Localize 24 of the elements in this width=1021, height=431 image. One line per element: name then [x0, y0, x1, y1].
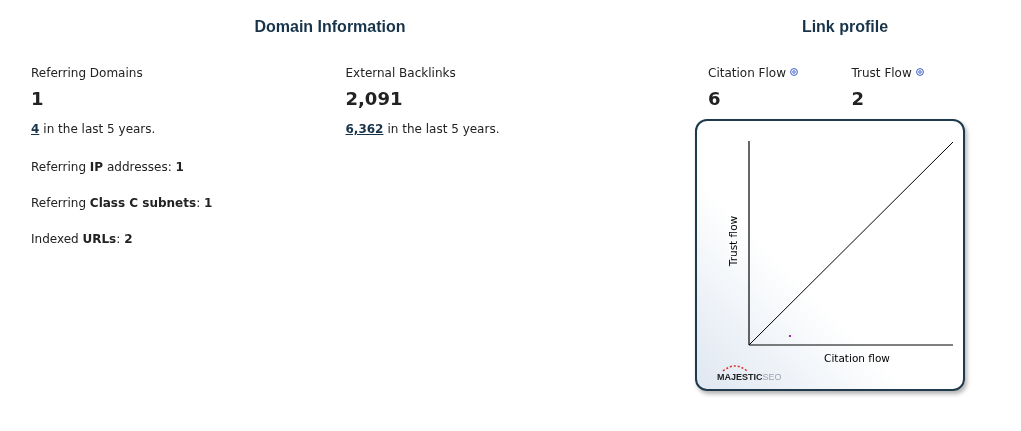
metric-value: 2: [851, 87, 865, 111]
section-title: Domain Information: [253, 17, 407, 37]
detail-text: Referring Class C subnets: 1: [31, 195, 213, 211]
detail-text: Indexed URLs: 2: [31, 231, 133, 247]
section-title: Link profile: [800, 17, 890, 37]
help-icon[interactable]: [915, 68, 924, 76]
metric-value: 6: [708, 87, 721, 111]
metric-label: Referring Domains: [31, 65, 143, 81]
help-icon[interactable]: [789, 68, 798, 76]
detail-text: Referring IP addresses: 1: [31, 159, 184, 175]
axis-label: Citation flow: [824, 352, 890, 364]
history-link[interactable]: 6,362: [345, 121, 384, 137]
metric-label: Trust Flow: [851, 65, 912, 81]
history-text: in the last 5 years.: [387, 121, 500, 137]
history-text: in the last 5 years.: [43, 121, 156, 137]
history-link[interactable]: 4: [31, 121, 40, 137]
logo-text: MAJESTIC: [717, 372, 763, 382]
logo-text: SEO: [762, 372, 782, 382]
metric-value: 1: [31, 87, 44, 111]
metric-value: 2,091: [345, 87, 403, 111]
axis-label: Trust flow: [727, 215, 739, 267]
stars-arc-icon: [721, 364, 749, 372]
metric-label: Citation Flow: [708, 65, 786, 81]
metric-label: External Backlinks: [345, 65, 456, 81]
